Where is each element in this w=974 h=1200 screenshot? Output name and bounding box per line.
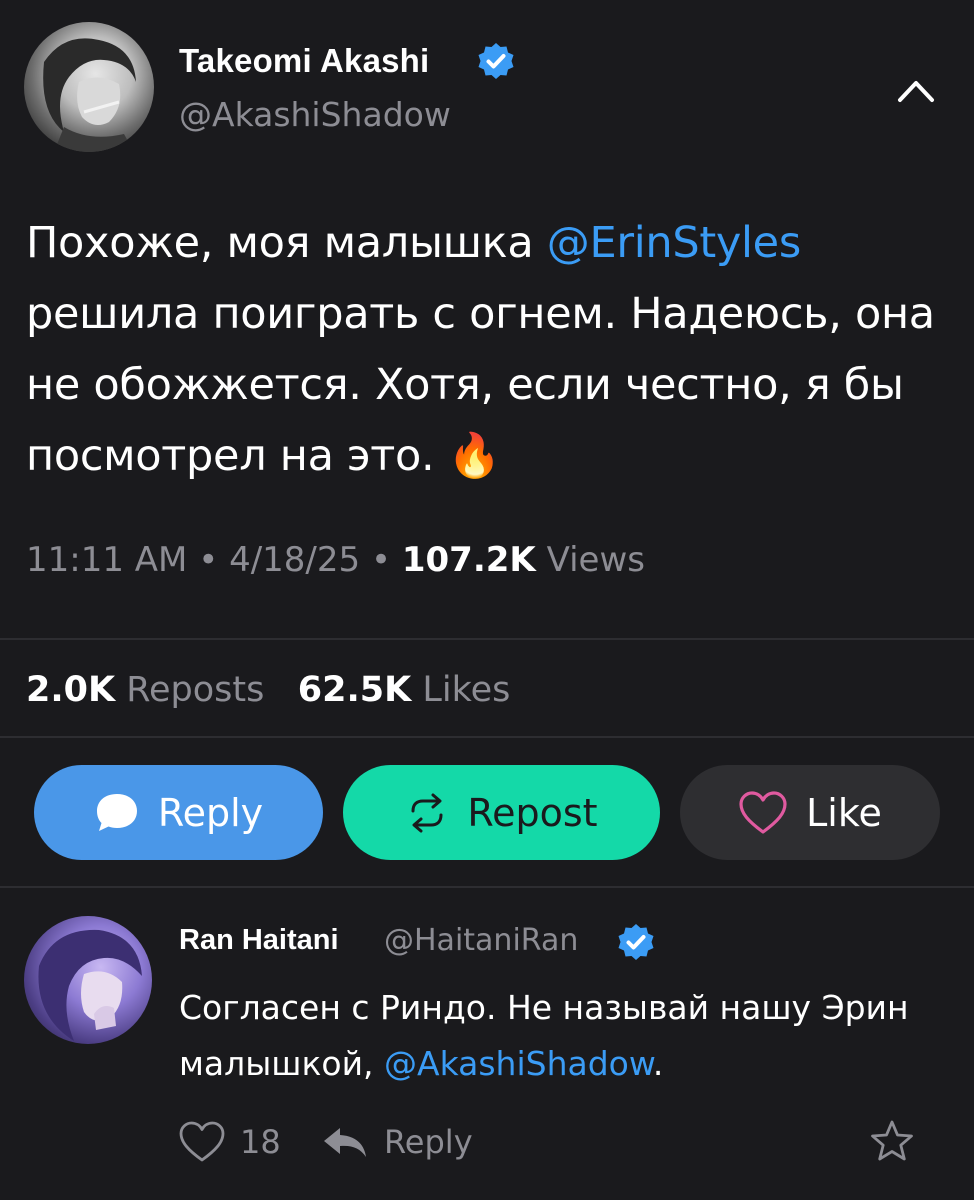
verified-badge-icon <box>618 924 654 960</box>
verified-badge-icon <box>478 43 514 79</box>
author-name[interactable]: Takeomi Akashi <box>179 42 429 80</box>
repost-button[interactable]: Repost <box>343 765 660 860</box>
reply-reply-label: Reply <box>384 1123 473 1161</box>
chevron-up-icon[interactable] <box>892 70 940 110</box>
tweet-time: 11:11 AM <box>26 540 188 580</box>
tweet-meta: 11:11 AM • 4/18/25 • 107.2K Views <box>26 540 645 580</box>
reply-text: Согласен с Риндо. Не называй нашу Эрин м… <box>179 980 939 1092</box>
reply-button[interactable]: Reply <box>34 765 323 860</box>
reply-text-part: . <box>652 1044 664 1083</box>
reply-arrow-icon <box>324 1128 366 1157</box>
mention-link[interactable]: @ErinStyles <box>547 218 801 268</box>
reply-author-handle[interactable]: @HaitaniRan <box>384 923 578 958</box>
divider <box>0 886 974 888</box>
likes-label[interactable]: Likes <box>422 670 510 710</box>
reply-author-avatar[interactable] <box>24 916 152 1044</box>
tweet-date: 4/18/25 <box>229 540 361 580</box>
divider <box>0 638 974 640</box>
views-count: 107.2K <box>401 540 536 580</box>
like-button[interactable]: Like <box>680 765 940 860</box>
meta-separator: • <box>198 540 219 580</box>
avatar-image <box>43 38 136 152</box>
engagement-stats: 2.0K Reposts 62.5K Likes <box>26 670 510 710</box>
meta-separator: • <box>370 540 392 580</box>
fire-emoji-icon: 🔥 <box>447 431 502 481</box>
heart-icon <box>739 790 787 834</box>
reply-reply-button[interactable]: Reply <box>320 1118 473 1166</box>
tweet-text-part: Похоже, моя малышка <box>26 218 547 268</box>
heart-outline-icon <box>179 1121 225 1162</box>
avatar-image <box>38 929 142 1041</box>
views-label: Views <box>546 540 645 580</box>
reposts-count[interactable]: 2.0K <box>26 670 115 710</box>
like-button-label: Like <box>806 790 882 835</box>
reply-like-button[interactable]: 18 <box>178 1118 281 1166</box>
author-avatar[interactable] <box>24 22 154 152</box>
reply-button-label: Reply <box>157 790 264 835</box>
author-handle[interactable]: @AkashiShadow <box>179 95 451 134</box>
reply-author-name[interactable]: Ran Haitani <box>179 924 339 957</box>
repost-icon <box>411 793 443 832</box>
mention-link[interactable]: @AkashiShadow <box>384 1044 653 1083</box>
star-outline-icon[interactable] <box>868 1118 916 1166</box>
repost-button-label: Repost <box>467 790 598 835</box>
reply-like-count: 18 <box>240 1123 281 1161</box>
divider <box>0 736 974 738</box>
tweet-text: Похоже, моя малышка @ErinStyles решила п… <box>26 208 946 492</box>
reposts-label[interactable]: Reposts <box>126 670 264 710</box>
speech-bubble-icon <box>96 793 137 831</box>
likes-count[interactable]: 62.5K <box>298 670 411 710</box>
